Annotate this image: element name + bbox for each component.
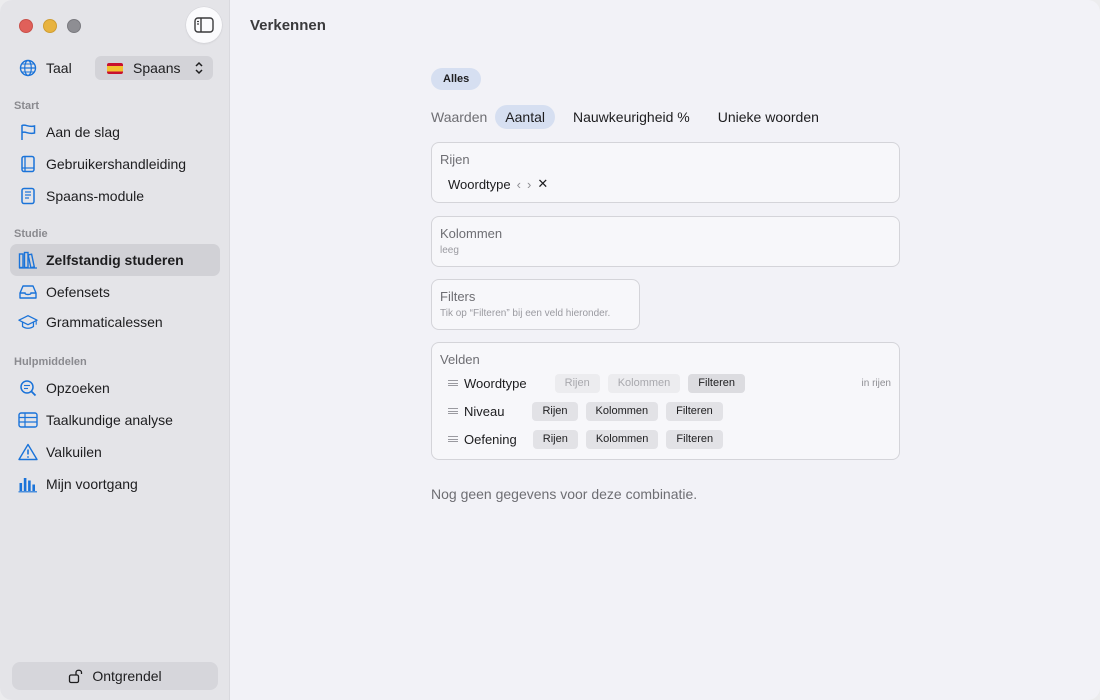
filters-drop-zone[interactable]: Filters Tik op “Filteren” bij een veld h… [431,279,640,330]
drag-handle-icon[interactable] [448,380,458,386]
drag-handle-icon[interactable] [448,436,458,442]
language-value: Spaans [133,60,181,76]
language-row: Taal Spaans [19,56,213,80]
field-name: Niveau [464,403,505,419]
sidebar-item-label: Valkuilen [46,444,102,460]
sidebar-item-valkuilen[interactable]: Valkuilen [10,436,220,468]
field-placement-note: in rijen [861,377,891,389]
sidebar-item-taalkundige-analyse[interactable]: Taalkundige analyse [10,404,220,436]
chevron-left-icon[interactable]: ‹ [517,177,521,192]
values-option-nauwkeurigheid[interactable]: Nauwkeurigheid % [563,105,700,129]
field-name: Oefening [464,431,517,447]
filters-hint: Tik op “Filteren” bij een veld hieronder… [440,308,611,319]
bar-chart-icon [18,478,37,493]
sidebar-item-label: Mijn voortgang [46,476,138,492]
table-icon [18,412,38,428]
globe-icon [19,59,37,77]
rows-drop-zone[interactable]: Rijen Woordtype ‹ › ✕ [431,142,900,203]
oefening-filter-button[interactable]: Filteren [666,429,724,449]
values-label: Waarden [431,109,488,125]
niveau-filter-button[interactable]: Filteren [666,401,723,421]
sidebar-item-zelfstandig-studeren[interactable]: Zelfstandig studeren [10,244,220,276]
columns-empty-text: leeg [440,245,459,256]
oefening-rows-button[interactable]: Rijen [532,429,578,449]
woordtype-columns-button[interactable]: Kolommen [607,373,681,393]
sidebar-item-aan-de-slag[interactable]: Aan de slag [10,116,220,148]
section-title-hulpmiddelen: Hulpmiddelen [14,356,87,368]
main-area: Verkennen Alles Waarden Aantal Nauwkeuri… [231,0,1100,700]
unlock-icon [69,669,83,684]
language-label: Taal [46,60,72,76]
lookup-icon [20,380,37,397]
filters-title: Filters [440,289,476,304]
page-title: Verkennen [250,17,326,34]
columns-title: Kolommen [440,226,503,241]
sidebar-item-label: Opzoeken [46,380,110,396]
sidebar: Taal Spaans Start Aan de slag Gebruikers… [0,0,230,700]
values-option-unieke-woorden[interactable]: Unieke woorden [708,105,829,129]
warning-icon [18,443,38,461]
app-window: Taal Spaans Start Aan de slag Gebruikers… [0,0,1100,700]
values-option-aantal[interactable]: Aantal [495,105,555,129]
empty-state-message: Nog geen gegevens voor deze combinatie. [431,486,698,502]
field-row-niveau: Niveau Rijen Kolommen Filteren [448,401,891,421]
chevron-right-icon[interactable]: › [527,177,531,192]
woordtype-rows-button[interactable]: Rijen [554,373,600,393]
sidebar-item-oefensets[interactable]: Oefensets [10,276,220,308]
columns-drop-zone[interactable]: Kolommen leeg [431,216,900,267]
section-title-start: Start [14,100,40,112]
oefening-columns-button[interactable]: Kolommen [585,429,659,449]
rows-title: Rijen [440,152,470,167]
field-row-oefening: Oefening Rijen Kolommen Filteren [448,429,891,449]
sidebar-item-label: Zelfstandig studeren [46,252,184,268]
row-chip-woordtype: Woordtype ‹ › ✕ [448,176,548,192]
row-chip-label: Woordtype [448,176,511,192]
drag-handle-icon[interactable] [448,408,458,414]
sidebar-item-label: Aan de slag [46,124,120,140]
filter-all-pill[interactable]: Alles [431,68,482,90]
sidebar-item-label: Grammaticalessen [46,314,163,330]
spain-flag-icon [107,62,123,74]
woordtype-filter-button[interactable]: Filteren [688,373,745,393]
books-icon [18,251,37,269]
sidebar-item-opzoeken[interactable]: Opzoeken [10,372,220,404]
fields-title: Velden [440,352,480,367]
field-name: Woordtype [464,375,527,391]
niveau-rows-button[interactable]: Rijen [532,401,578,421]
fields-panel: Velden Woordtype Rijen Kolommen Filteren… [431,342,900,460]
sidebar-item-label: Gebruikershandleiding [46,156,187,172]
chevron-up-down-icon [195,61,203,75]
values-segmented-control: Waarden Aantal Nauwkeurigheid % Unieke w… [431,105,837,129]
minimize-window-button[interactable] [43,19,57,33]
sidebar-item-label: Taalkundige analyse [46,412,173,428]
sidebar-item-label: Spaans-module [46,188,145,204]
niveau-columns-button[interactable]: Kolommen [585,401,659,421]
remove-icon[interactable]: ✕ [537,176,548,192]
sidebar-toggle-icon [194,17,214,33]
tray-icon [19,285,37,299]
close-window-button[interactable] [19,19,33,33]
graduation-cap-icon [18,315,38,329]
zoom-window-button[interactable] [67,19,81,33]
unlock-button[interactable]: Ontgrendel [12,662,218,690]
sidebar-toggle-button[interactable] [186,7,222,43]
sidebar-item-mijn-voortgang[interactable]: Mijn voortgang [10,468,220,500]
sidebar-item-gebruikershandleiding[interactable]: Gebruikershandleiding [10,148,220,180]
module-book-icon [21,187,35,205]
field-row-woordtype: Woordtype Rijen Kolommen Filteren in rij… [448,373,891,393]
sidebar-item-spaans-module[interactable]: Spaans-module [10,180,220,212]
unlock-label: Ontgrendel [92,668,162,684]
flag-icon [21,124,36,140]
language-select[interactable]: Spaans [95,56,213,80]
sidebar-item-grammaticalessen[interactable]: Grammaticalessen [10,306,220,338]
sidebar-item-label: Oefensets [46,284,110,300]
book-icon [21,155,35,173]
window-controls [19,19,81,33]
section-title-studie: Studie [14,228,48,240]
